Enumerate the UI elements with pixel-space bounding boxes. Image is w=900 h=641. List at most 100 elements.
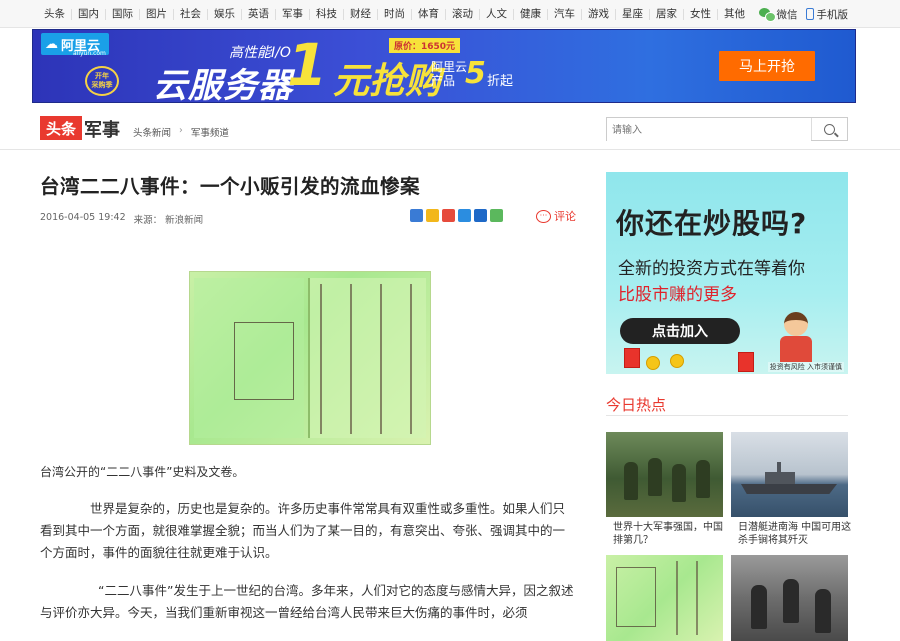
soldier-figure xyxy=(624,462,638,500)
phone-icon xyxy=(805,8,814,20)
red-envelope-icon xyxy=(624,348,640,368)
ad-line-2: 全新的投资方式在等着你 xyxy=(618,259,805,279)
comment-icon xyxy=(536,209,551,223)
channel-list: 头条 国内 国际 图片 社会 娱乐 英语 军事 科技 财经 时尚 体育 滚动 人文 健康 汽车 游戏 星座 居家 女性… xyxy=(40,0,751,28)
aliyun-banner-ad[interactable]: ☁ 阿里云 aliyun.com 开年 采购季 高性能I/O 云服务器 1 元抢… xyxy=(32,29,856,103)
top-nav: 头条 国内 国际 图片 社会 娱乐 英语 军事 科技 财经 时尚 体育 滚动 人文 健康 汽车 游戏 星座 居家 女性… xyxy=(0,0,900,28)
hot-caption-1[interactable]: 世界十大军事强国，中国排第几？ xyxy=(613,521,730,547)
product-line-1: 阿里云 xyxy=(431,60,468,74)
person-figure xyxy=(751,585,767,629)
soldier-figure xyxy=(672,464,686,502)
badge-line-2: 采购季 xyxy=(91,81,113,89)
wechat-link[interactable]: 微信 xyxy=(758,7,798,22)
nav-item[interactable]: 财经 xyxy=(343,8,377,20)
nav-item[interactable]: 人文 xyxy=(479,8,513,20)
document-stamp-frame xyxy=(234,322,294,400)
share-qq-icon[interactable] xyxy=(458,209,471,222)
nav-item[interactable]: 科技 xyxy=(309,8,343,20)
hot-thumb-submarine[interactable] xyxy=(731,432,848,517)
banner-buy-text: 元抢购 xyxy=(333,61,442,102)
search-button[interactable] xyxy=(811,118,847,140)
toutiao-logo[interactable]: 头条 xyxy=(40,116,82,140)
red-envelope-icon xyxy=(738,352,754,372)
article-date: 2016-04-05 19:42 xyxy=(40,212,126,223)
nav-item[interactable]: 女性 xyxy=(683,8,717,20)
character-head xyxy=(784,312,808,336)
nav-item[interactable]: 军事 xyxy=(275,8,309,20)
banner-product-label: 阿里云 产品 xyxy=(431,60,467,88)
banner-cta-button[interactable]: 马上开抢 xyxy=(719,51,815,81)
share-qzone-icon[interactable] xyxy=(410,209,423,222)
share-weibo-icon[interactable] xyxy=(442,209,455,222)
hot-thumb-soldiers[interactable] xyxy=(606,432,723,517)
hot-thumb-historical[interactable] xyxy=(731,555,848,641)
banner-big-number: 1 xyxy=(287,31,328,99)
cartoon-character xyxy=(776,312,816,362)
mobile-label: 手机版 xyxy=(816,8,849,21)
banner-discount: 5 xyxy=(465,56,486,91)
document-stamp-frame xyxy=(616,567,656,627)
hot-section-divider xyxy=(606,415,848,416)
stock-ad[interactable]: 你还在炒股吗? 全新的投资方式在等着你 比股市赚的更多 点击加入 投资有风险 入… xyxy=(606,172,848,374)
nav-item[interactable]: 娱乐 xyxy=(207,8,241,20)
nav-item[interactable]: 国内 xyxy=(71,8,105,20)
nav-item[interactable]: 居家 xyxy=(649,8,683,20)
cloud-icon: ☁ xyxy=(45,36,58,52)
document-rule xyxy=(696,561,698,635)
search-input[interactable] xyxy=(607,119,811,142)
breadcrumb-headlines[interactable]: 头条新闻 xyxy=(133,125,171,139)
ship-hull xyxy=(741,484,837,494)
document-rule xyxy=(410,284,412,434)
coin-icon xyxy=(670,354,684,368)
nav-item[interactable]: 国际 xyxy=(105,8,139,20)
nav-item[interactable]: 体育 xyxy=(411,8,445,20)
character-body xyxy=(780,336,812,362)
nav-item[interactable]: 图片 xyxy=(139,8,173,20)
banner-headline: 云服务器 xyxy=(153,66,293,103)
share-bar xyxy=(410,209,503,222)
nav-item[interactable]: 游戏 xyxy=(581,8,615,20)
share-wechat-icon[interactable] xyxy=(490,209,503,222)
person-figure xyxy=(815,589,831,633)
product-line-2: 产品 xyxy=(431,74,456,88)
banner-discount-suffix: 折起 xyxy=(487,74,514,89)
document-rule xyxy=(320,284,322,434)
nav-item[interactable]: 时尚 xyxy=(377,8,411,20)
hot-caption-2[interactable]: 日潜艇进南海 中国可用这杀手锏将其歼灭 xyxy=(738,521,855,547)
nav-item[interactable]: 健康 xyxy=(513,8,547,20)
badge-line-1: 开年 xyxy=(95,72,109,80)
breadcrumb-military[interactable]: 军事频道 xyxy=(191,125,229,139)
article-meta: 2016-04-05 19:42 来源： 新浪新闻 xyxy=(40,212,203,226)
article-paragraph-1: 世界是复杂的，历史也是复杂的。许多历史事件常常具有双重性或多重性。如果人们只看到… xyxy=(40,501,566,560)
banner-original-price: 原价：1650元 xyxy=(389,38,461,53)
soldier-figure xyxy=(696,460,710,498)
breadcrumb: 头条新闻 › 军事频道 xyxy=(133,125,229,139)
wechat-icon xyxy=(758,8,776,22)
article-title: 台湾二二八事件：一个小贩引发的流血惨案 xyxy=(40,175,421,198)
nav-item[interactable]: 汽车 xyxy=(547,8,581,20)
nav-item[interactable]: 星座 xyxy=(615,8,649,20)
hot-section-title: 今日热点 xyxy=(606,396,667,414)
person-figure xyxy=(783,579,799,623)
nav-item[interactable]: 滚动 xyxy=(445,8,479,20)
nav-item[interactable]: 英语 xyxy=(241,8,275,20)
breadcrumb-separator: › xyxy=(179,125,183,136)
nav-item[interactable]: 社会 xyxy=(173,8,207,20)
ad-join-button[interactable]: 点击加入 xyxy=(620,318,740,344)
nav-item[interactable]: 头条 xyxy=(40,8,71,20)
section-header: 头条 军事 头条新闻 › 军事频道 xyxy=(0,104,900,150)
document-rule xyxy=(380,284,382,434)
comment-link[interactable]: 评论 xyxy=(536,208,576,224)
article-photo xyxy=(189,271,431,445)
share-star-icon[interactable] xyxy=(426,209,439,222)
share-renren-icon[interactable] xyxy=(474,209,487,222)
nav-item[interactable]: 其他 xyxy=(717,8,751,20)
photo-caption: 台湾公开的“二二八事件”史料及文卷。 xyxy=(40,465,245,479)
ship-tower xyxy=(765,472,795,484)
article-paragraph-2: “二二八事件”发生于上一世纪的台湾。多年来，人们对它的态度与感情大异，因之叙述与… xyxy=(40,583,574,620)
spring-sale-badge: 开年 采购季 xyxy=(85,66,119,96)
mobile-link[interactable]: 手机版 xyxy=(805,7,849,22)
coin-icon xyxy=(646,356,660,370)
hot-thumb-documents[interactable] xyxy=(606,555,723,641)
section-name[interactable]: 军事 xyxy=(84,116,120,142)
